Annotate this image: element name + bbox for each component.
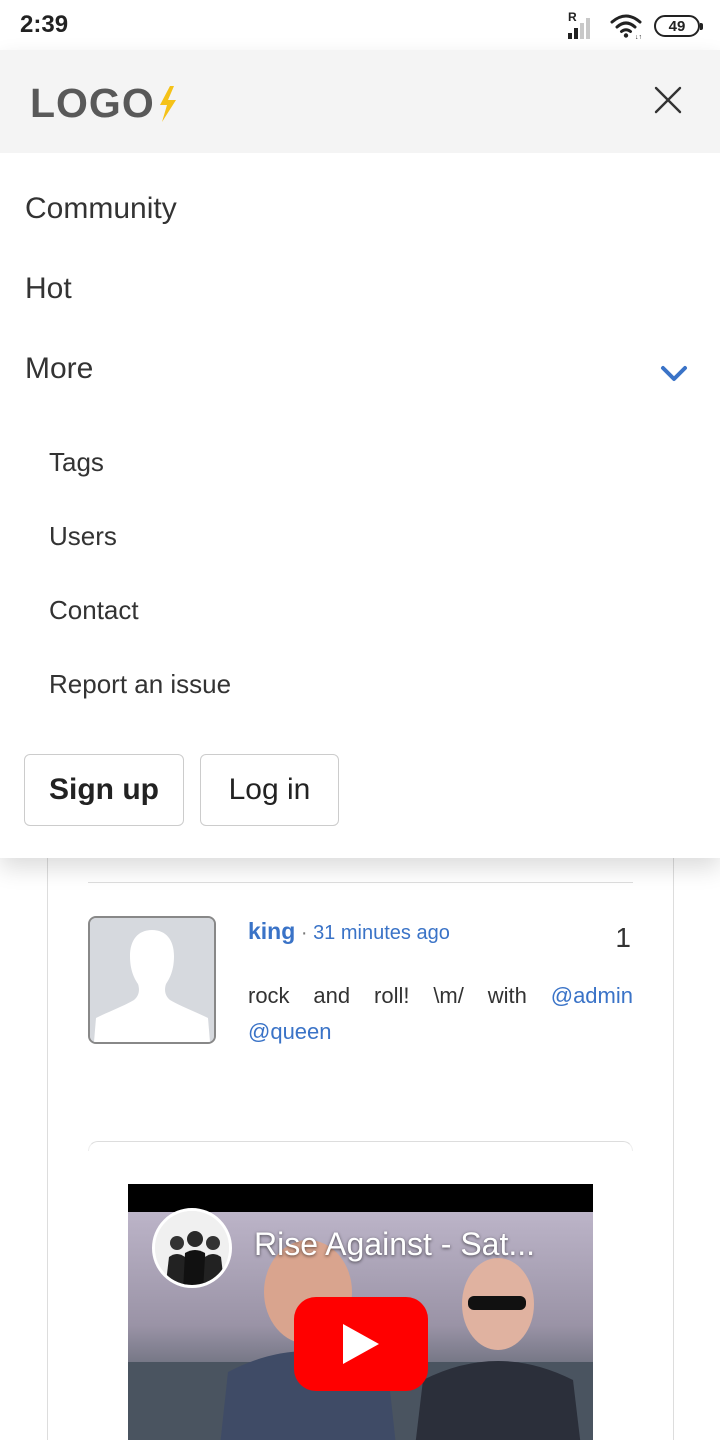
divider bbox=[88, 882, 633, 883]
battery-level: 49 bbox=[668, 17, 686, 35]
lightning-icon bbox=[159, 85, 176, 122]
signup-button[interactable]: Sign up bbox=[24, 754, 184, 826]
close-icon bbox=[654, 86, 682, 114]
login-button[interactable]: Log in bbox=[200, 754, 339, 826]
nav-item-community[interactable]: Community bbox=[25, 192, 177, 226]
play-icon bbox=[343, 1324, 379, 1364]
mention-queen[interactable]: @queen bbox=[248, 1019, 332, 1044]
avatar[interactable] bbox=[88, 916, 216, 1044]
chevron-down-icon bbox=[661, 366, 687, 381]
vote-count: 1 bbox=[615, 922, 631, 953]
sub-item-report-issue[interactable]: Report an issue bbox=[49, 669, 231, 700]
comment-author[interactable]: king bbox=[248, 918, 295, 944]
channel-avatar[interactable] bbox=[152, 1208, 232, 1288]
post-card: king · 31 minutes ago 1 rock and roll! \… bbox=[47, 858, 674, 1440]
wifi-icon: ↓↑ bbox=[610, 14, 642, 39]
video-embed[interactable]: Rise Against - Sat... bbox=[128, 1184, 593, 1440]
logo-text: LOGO bbox=[30, 80, 155, 126]
mention-admin[interactable]: @admin bbox=[551, 983, 633, 1008]
comment-time[interactable]: 31 minutes ago bbox=[313, 922, 450, 944]
comment-body: rock and roll! \m/ with @admin @queen bbox=[248, 978, 633, 1050]
status-bar: 2:39 R ↓↑ 49 bbox=[0, 0, 720, 50]
cell-signal-icon: R bbox=[568, 10, 598, 39]
svg-text:↓↑: ↓↑ bbox=[635, 34, 642, 39]
comment: king · 31 minutes ago 1 rock and roll! \… bbox=[88, 916, 633, 1056]
status-time: 2:39 bbox=[20, 11, 69, 38]
divider bbox=[88, 1141, 633, 1151]
close-button[interactable] bbox=[648, 80, 688, 120]
status-icons: R ↓↑ 49 bbox=[568, 10, 703, 40]
video-title[interactable]: Rise Against - Sat... bbox=[254, 1226, 535, 1263]
more-toggle[interactable] bbox=[656, 356, 692, 392]
play-button[interactable] bbox=[294, 1297, 428, 1391]
comment-meta: king · 31 minutes ago bbox=[248, 918, 450, 945]
nav-item-more[interactable]: More bbox=[25, 352, 93, 386]
sub-item-users[interactable]: Users bbox=[49, 521, 117, 552]
sub-item-contact[interactable]: Contact bbox=[49, 595, 139, 626]
meta-separator: · bbox=[295, 922, 314, 944]
default-avatar-icon bbox=[90, 918, 214, 1042]
menu-header: LOGO bbox=[0, 50, 720, 153]
nav-menu-panel: LOGO Community Hot More Tags Users Conta… bbox=[0, 50, 720, 858]
battery-icon: 49 bbox=[654, 15, 703, 37]
sub-item-tags[interactable]: Tags bbox=[49, 447, 104, 478]
comment-text: rock and roll! \m/ with bbox=[248, 983, 551, 1008]
nav-item-hot[interactable]: Hot bbox=[25, 272, 72, 306]
roaming-label: R bbox=[568, 10, 577, 24]
logo[interactable]: LOGO bbox=[30, 80, 178, 127]
